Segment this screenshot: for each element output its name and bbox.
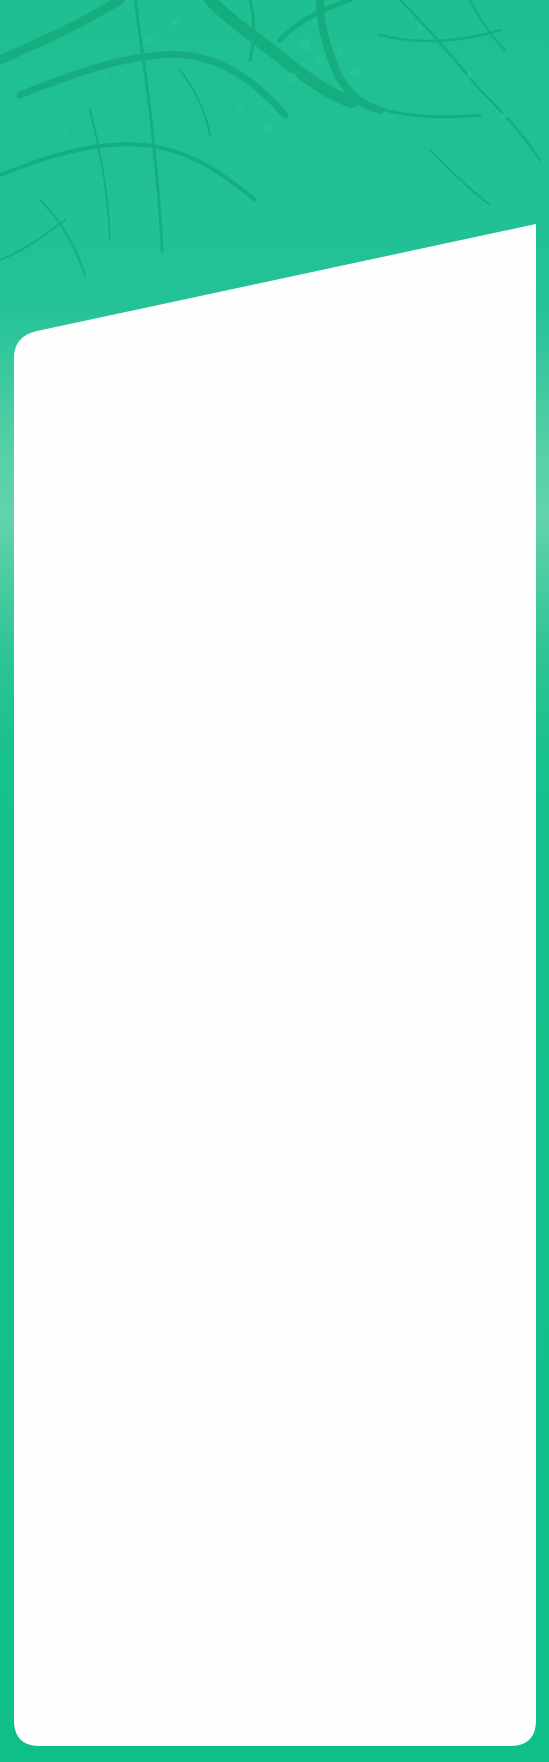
white-content-panel	[14, 224, 536, 1746]
phone-background-page	[0, 0, 549, 1762]
